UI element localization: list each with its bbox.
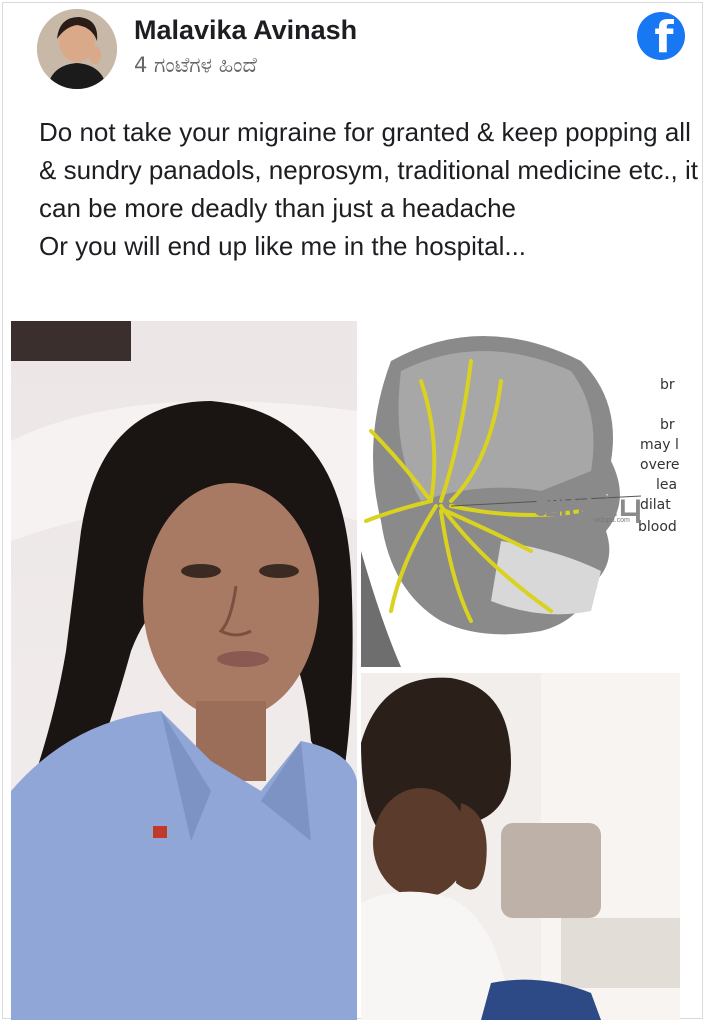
hospital-selfie-image[interactable] [11,321,357,1020]
diagram-caption: dilat [640,497,671,513]
diagram-caption: blood [638,519,677,535]
diagram-caption: br [660,417,675,433]
diagram-caption: may l [640,437,679,453]
post-text: Do not take your migraine for granted & … [39,113,699,265]
diagram-caption: overe [640,457,680,473]
headache-photo[interactable] [361,673,680,1020]
avatar[interactable] [37,9,117,89]
diagram-caption: lea [656,477,678,493]
post-timestamp[interactable]: 4 ಗಂಟೆಗಳ ಹಿಂದೆ [134,53,257,78]
author-name[interactable]: Malavika Avinash [134,15,357,46]
facebook-icon: f [637,12,685,60]
diagram-caption: br [660,377,675,393]
watermark-url: vidupu.com [594,517,630,524]
post-text-line: Or you will end up like me in the hospit… [39,231,527,261]
post-text-line: Do not take your migraine for granted & … [39,117,699,223]
